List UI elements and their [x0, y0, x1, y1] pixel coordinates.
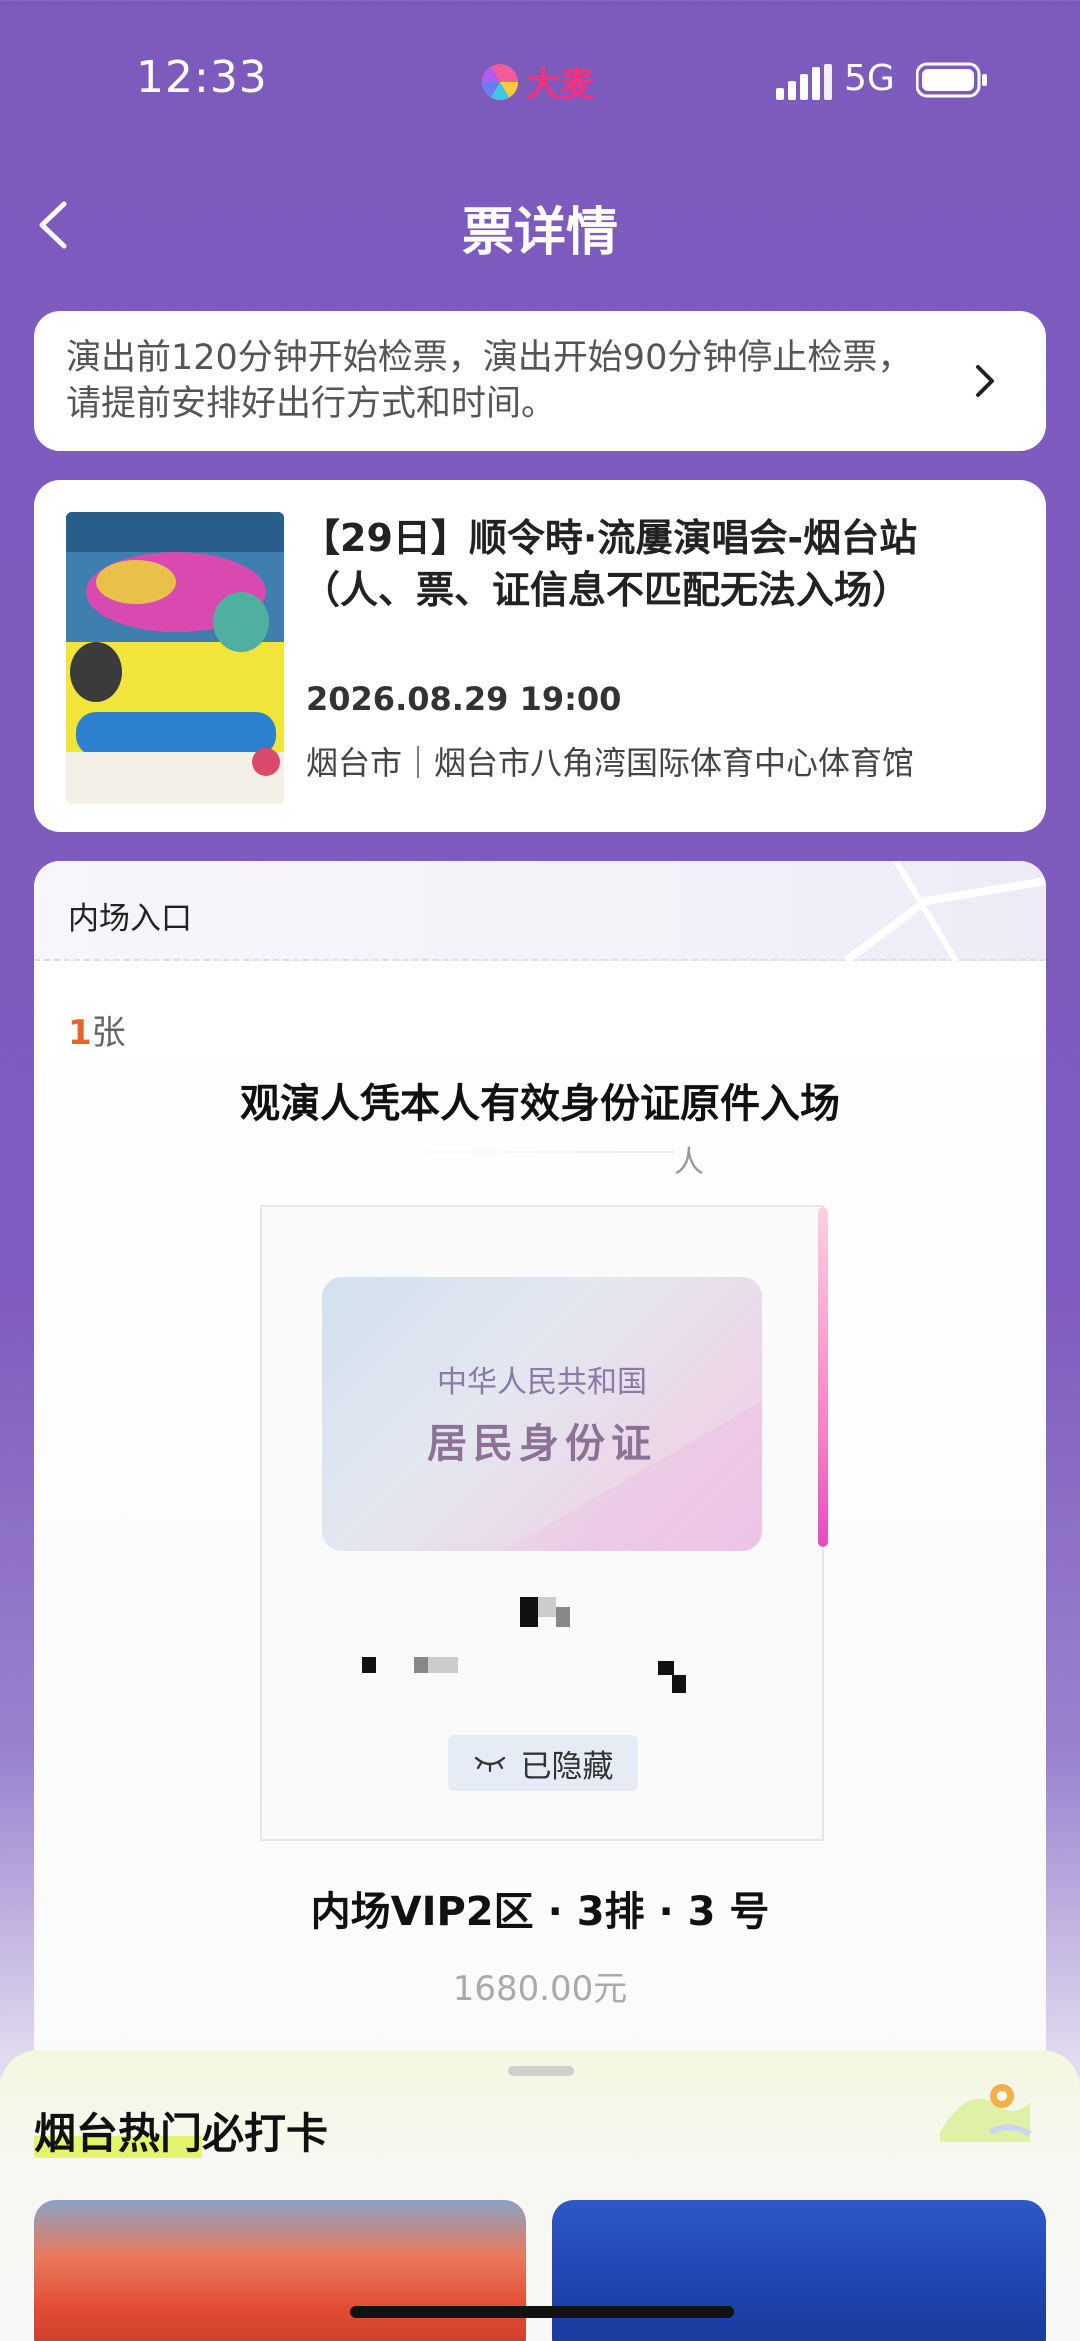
event-card[interactable]: 【29日】顺令時·流屢演唱会-烟台站（人、票、证信息不匹配无法入场） 2026.… — [34, 480, 1046, 832]
hidden-label: 已隐藏 — [520, 1748, 614, 1785]
location-pin-icon — [940, 2084, 1032, 2142]
event-title: 【29日】顺令時·流屢演唱会-烟台站（人、票、证信息不匹配无法入场） — [302, 516, 918, 612]
masked-id-block — [362, 1657, 376, 1673]
recommend-card-blue[interactable] — [552, 2200, 1046, 2341]
ticket-header: 内场入口 — [34, 861, 1046, 961]
id-card-image: 中华人民共和国 居民身份证 — [322, 1277, 762, 1551]
drag-handle[interactable] — [508, 2066, 574, 2076]
battery-icon — [916, 62, 987, 98]
entrance-label: 内场入口 — [68, 901, 192, 937]
sheet-title-rest: 必打卡 — [202, 2109, 329, 2158]
notice-text: 演出前120分钟开始检票，演出开始90分钟停止检票，请提前安排好出行方式和时间。 — [66, 338, 913, 424]
page-title: 票详情 — [461, 203, 618, 263]
eye-closed-icon — [474, 1756, 505, 1773]
map-decoration — [843, 861, 1046, 961]
recommendation-sheet[interactable]: 烟台热门必打卡 — [0, 2050, 1080, 2341]
home-indicator[interactable] — [350, 2306, 734, 2318]
seat-info: 内场VIP2区 · 3排 · 3 号 — [310, 1889, 770, 1935]
svg-text:大麦: 大麦 — [526, 65, 594, 105]
id-card-panel: 中华人民共和国 居民身份证 已隐藏 — [260, 1205, 828, 1841]
id-card-type: 居民身份证 — [427, 1421, 657, 1467]
masked-id-block — [672, 1675, 686, 1693]
recommend-card-sunset[interactable] — [34, 2200, 526, 2341]
holder-name-masked — [354, 1151, 674, 1153]
masked-id-block — [428, 1657, 458, 1673]
holder-label: 人 — [674, 1145, 704, 1180]
hidden-toggle[interactable]: 已隐藏 — [448, 1735, 638, 1791]
sheet-title-highlight: 烟台热门 — [34, 2109, 203, 2158]
status-time: 12:33 — [136, 52, 268, 103]
status-bar: 12:33 大麦 5G — [0, 0, 1080, 160]
signal-icon — [776, 64, 832, 100]
ticket-count-unit: 张 — [91, 1013, 126, 1053]
scroll-indicator — [818, 1207, 828, 1547]
chevron-right-icon — [976, 365, 994, 397]
masked-id-block — [414, 1657, 428, 1673]
masked-id-block — [658, 1661, 674, 1675]
sheet-title: 烟台热门必打卡 — [34, 2100, 328, 2161]
event-poster — [66, 512, 284, 804]
masked-name-block — [556, 1607, 570, 1627]
id-card-country: 中华人民共和国 — [437, 1365, 647, 1400]
masked-name-block — [520, 1597, 538, 1627]
damai-logo: 大麦 — [482, 64, 594, 105]
masked-name-block — [538, 1597, 556, 1617]
event-venue: 烟台市｜烟台市八角湾国际体育中心体育馆 — [306, 744, 915, 782]
network-type: 5G — [844, 58, 895, 99]
ticket-card: 内场入口 1张 观演人凭本人有效身份证原件入场 人 中华人民共和国 居民身份证 — [34, 861, 1046, 2161]
ticket-count-number: 1 — [68, 1013, 92, 1053]
id-entry-notice: 观演人凭本人有效身份证原件入场 — [240, 1081, 840, 1127]
event-datetime: 2026.08.29 19:00 — [306, 680, 622, 718]
ticket-count: 1张 — [68, 1005, 126, 1054]
ticket-price: 1680.00元 — [452, 1969, 628, 2009]
ticket-body: 1张 观演人凭本人有效身份证原件入场 人 中华人民共和国 居民身份证 已隐藏 内… — [34, 961, 1046, 2161]
checkin-notice[interactable]: 演出前120分钟开始检票，演出开始90分钟停止检票，请提前安排好出行方式和时间。 — [34, 311, 1046, 451]
